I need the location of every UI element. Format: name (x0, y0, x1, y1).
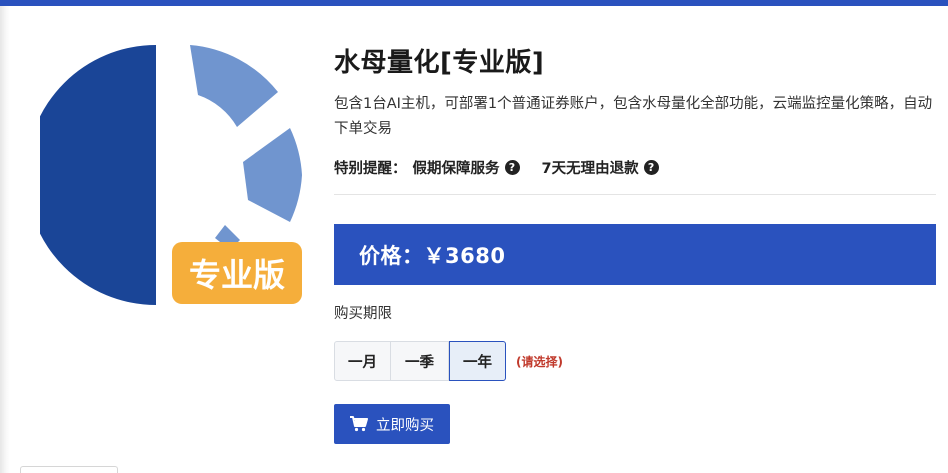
product-page: 专业版 水母量化[专业版] 包含1台AI主机，可部署1个普通证券账户，包含水母量… (0, 0, 948, 473)
product-title: 水母量化[专业版] (334, 48, 545, 78)
buy-now-button[interactable]: 立即购买 (334, 404, 450, 444)
notice-row: 特别提醒： 假期保障服务 ? 7天无理由退款 ? (334, 154, 936, 180)
select-hint: (请选择) (516, 354, 563, 369)
divider (334, 194, 936, 195)
period-option-year[interactable]: 一年 (449, 341, 506, 381)
period-option-quarter[interactable]: 一季 (391, 341, 449, 381)
left-edge-shadow (0, 6, 10, 473)
bottom-tab[interactable] (20, 466, 118, 473)
purchase-period-label: 购买期限 (334, 306, 392, 322)
cart-icon (350, 416, 368, 432)
logo-badge-text: 专业版 (189, 256, 285, 294)
buy-now-label: 立即购买 (376, 417, 434, 434)
question-circle-icon[interactable]: ? (643, 159, 659, 175)
period-option-month[interactable]: 一月 (334, 341, 391, 381)
period-selector: 一月 一季 一年 (请选择) (334, 341, 563, 381)
notice-refund: 7天无理由退款 ? (542, 157, 659, 178)
notice-holiday-guarantee: 假期保障服务 ? (413, 157, 520, 178)
question-circle-icon[interactable]: ? (504, 159, 520, 175)
top-accent-border (0, 0, 948, 6)
price-bar: 价格：￥3680 (334, 224, 936, 285)
product-description: 包含1台AI主机，可部署1个普通证券账户，包含水母量化全部功能，云端监控量化策略… (334, 96, 933, 137)
notice-text: 7天无理由退款 (541, 160, 639, 177)
product-logo: 专业版 (40, 40, 305, 310)
notice-text: 假期保障服务 (412, 160, 500, 177)
product-info: 水母量化[专业版] 包含1台AI主机，可部署1个普通证券账户，包含水母量化全部功… (334, 44, 936, 195)
price-label: 价格：￥3680 (359, 243, 506, 268)
notice-label: 特别提醒： (334, 160, 407, 177)
